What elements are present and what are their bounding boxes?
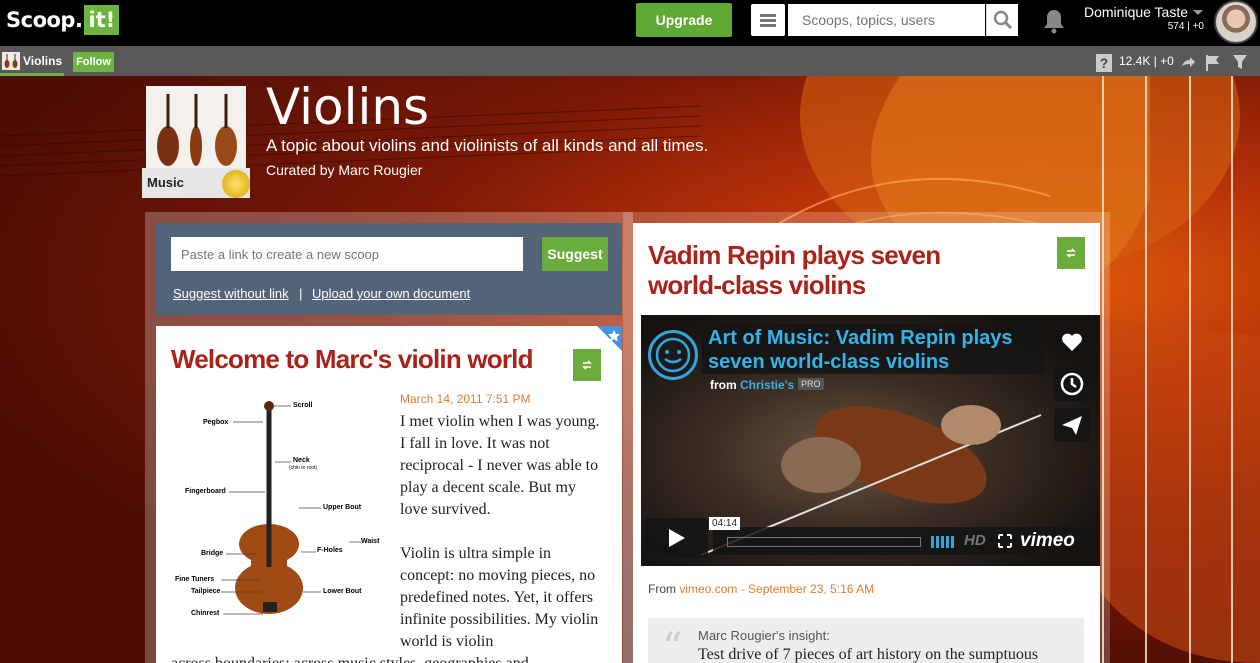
video-progress-bar[interactable] [727, 537, 921, 547]
clock-icon [1060, 372, 1084, 396]
star-icon [608, 330, 620, 342]
user-name[interactable]: Dominique Taste [1084, 4, 1188, 20]
watch-later-button[interactable] [1054, 367, 1090, 401]
smiley-icon [655, 337, 691, 373]
play-button[interactable] [644, 518, 708, 558]
scoop-title[interactable]: Welcome to Marc's violin world [171, 344, 571, 375]
logo-text: Scoop. [6, 8, 83, 32]
hd-toggle[interactable]: HD [964, 532, 986, 549]
channel-avatar-icon[interactable] [648, 330, 698, 380]
diagram-label-lower-bout: Lower Bout [323, 588, 362, 595]
avatar[interactable] [1214, 0, 1258, 44]
quote-icon: “ [662, 625, 683, 663]
heart-icon [1062, 333, 1082, 351]
rescoop-icon [582, 360, 592, 370]
diagram-label-fingerboard: Fingerboard [185, 488, 226, 495]
like-button[interactable] [1054, 326, 1090, 360]
search-icon [993, 10, 1013, 30]
topic-bar [0, 46, 1260, 76]
diagram-label-chinrest: Chinrest [191, 610, 220, 617]
chevron-down-icon[interactable] [1193, 10, 1203, 15]
flag-icon[interactable] [1205, 54, 1221, 72]
rescoop-button[interactable] [573, 349, 601, 381]
suggest-button[interactable]: Suggest [542, 237, 608, 271]
vimeo-logo[interactable]: vimeo [1020, 530, 1075, 552]
video-channel-link[interactable]: Christie's [740, 378, 794, 392]
play-icon [669, 529, 685, 547]
pro-badge: PRO [798, 378, 824, 390]
diagram-label-fine-tuners: Fine Tuners [175, 576, 215, 583]
curator-line[interactable]: Curated by Marc Rougier [266, 162, 422, 178]
user-stats: 574 | +0 [1167, 21, 1204, 32]
source-line: From vimeo.com - September 23, 5:16 AM [648, 582, 874, 596]
search-input[interactable] [788, 4, 985, 36]
fullscreen-icon[interactable] [998, 534, 1012, 548]
source-date: - September 23, 5:16 AM [737, 582, 875, 596]
source-link[interactable]: vimeo.com [679, 582, 737, 596]
notification-bell-icon[interactable] [1042, 8, 1066, 34]
video-time: 04:14 [709, 517, 741, 530]
insight-heading: Marc Rougier's insight: [698, 628, 830, 643]
scoop-date: March 14, 2011 7:51 PM [400, 392, 531, 406]
diagram-label-fholes: F-Holes [317, 547, 343, 554]
rescoop-button[interactable] [1057, 237, 1085, 269]
insight-text: Test drive of 7 pieces of art history on… [698, 646, 1039, 663]
help-icon[interactable]: ? [1096, 54, 1112, 72]
rescoop-icon [1066, 248, 1076, 258]
share-video-button[interactable] [1054, 408, 1090, 442]
share-arrow-icon[interactable] [1180, 54, 1196, 70]
topic-description: A topic about violins and violinists of … [266, 136, 709, 155]
video-byline: from Christie's [710, 378, 794, 392]
topic-stats: 12.4K | +0 [1119, 54, 1174, 68]
diagram-label-scroll: Scroll [293, 402, 313, 409]
medal-icon [222, 170, 250, 198]
scoop-url-input[interactable] [171, 237, 523, 271]
volume-bars-icon[interactable] [931, 534, 957, 548]
video-title[interactable]: Art of Music: Vadim Repin plays seven wo… [708, 326, 1038, 374]
upgrade-button[interactable]: Upgrade [636, 3, 732, 37]
link-separator: | [299, 286, 303, 301]
diagram-label-upper-bout: Upper Bout [323, 504, 362, 511]
paper-plane-icon [1062, 416, 1082, 435]
search-button[interactable] [986, 4, 1018, 36]
topic-tab-label[interactable]: Violins [23, 54, 62, 68]
video-from-prefix: from [710, 378, 737, 392]
diagram-label-tailpiece: Tailpiece [191, 588, 221, 595]
menu-button[interactable] [751, 4, 785, 36]
filter-icon[interactable] [1232, 54, 1248, 70]
scoop-title[interactable]: Vadim Repin plays seven world-class viol… [648, 240, 978, 300]
hamburger-icon [760, 14, 776, 17]
suggest-without-link[interactable]: Suggest without link [173, 286, 289, 301]
diagram-label-pegbox: Pegbox [203, 419, 229, 426]
scoop-paragraph: I met violin when I was young. I fall in… [400, 413, 600, 518]
upload-document-link[interactable]: Upload your own document [312, 286, 470, 301]
from-prefix: From [648, 582, 676, 596]
diagram-label-neck: Neck [293, 457, 310, 464]
diagram-label-waist: Waist [361, 538, 380, 545]
violin-anatomy-image[interactable]: Scroll Pegbox Neck (chin to root) Finger… [171, 392, 385, 625]
scoopit-logo[interactable]: Scoop. it! [6, 5, 120, 35]
violin-thumbnail-icon [2, 52, 20, 70]
scoop-paragraph-tail: across boundaries: across music styles, … [171, 653, 611, 663]
top-navigation-bar: Scoop. it! Upgrade Dominique Taste 574 |… [0, 0, 1260, 46]
page-title: Violins [266, 78, 430, 136]
scoop-paragraph: Violin is ultra simple in concept: no mo… [400, 545, 599, 650]
logo-it: it! [84, 5, 120, 35]
diagram-label-bridge: Bridge [201, 550, 224, 557]
follow-button[interactable]: Follow [73, 52, 114, 72]
diagram-label-neck-note: (chin to root) [289, 465, 318, 471]
